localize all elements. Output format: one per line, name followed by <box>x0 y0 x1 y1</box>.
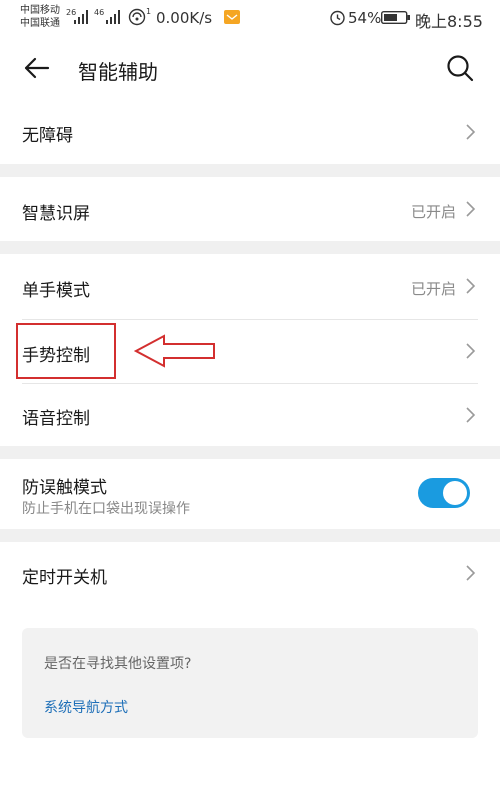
page-title: 智能辅助 <box>78 60 158 84</box>
setting-label: 定时开关机 <box>22 568 107 588</box>
net-speed: 0.00K/s <box>156 9 213 27</box>
carrier-names: 中国移动 中国联通 <box>20 4 60 30</box>
setting-value: 已开启 <box>410 280 456 298</box>
setting-label: 单手模式 <box>22 281 90 301</box>
setting-value: 已开启 <box>410 203 456 221</box>
chevron-right-icon <box>466 278 476 294</box>
setting-row-smart-screen[interactable]: 智慧识屏 已开启 <box>0 177 500 241</box>
carrier-2: 中国联通 <box>20 18 60 29</box>
annotation-arrow-icon <box>134 334 215 368</box>
setting-label: 防误触模式 <box>22 478 107 498</box>
search-icon[interactable] <box>444 52 476 84</box>
wifi-icon <box>128 8 146 26</box>
suggestion-card: 是否在寻找其他设置项? 系统导航方式 <box>22 628 478 738</box>
status-bar: 中国移动 中国联通 26 46 1 0.00K/s 54% 晚上8:55 <box>0 0 500 36</box>
anti-touch-toggle[interactable] <box>418 478 470 508</box>
setting-label: 语音控制 <box>22 409 90 429</box>
mail-icon <box>224 10 240 24</box>
chevron-right-icon <box>466 124 476 140</box>
clock: 晚上8:55 <box>415 12 483 31</box>
chevron-right-icon <box>466 565 476 581</box>
suggestion-link-system-navigation[interactable]: 系统导航方式 <box>44 697 128 717</box>
back-arrow-icon[interactable] <box>20 52 52 84</box>
setting-row-anti-touch: 防误触模式 防止手机在口袋出现误操作 <box>0 459 500 529</box>
section-gap <box>0 241 500 254</box>
setting-row-voice[interactable]: 语音控制 <box>0 384 500 446</box>
carrier-1: 中国移动 <box>20 5 60 16</box>
battery-percent: 54% <box>348 9 382 27</box>
annotation-highlight-box <box>16 323 116 379</box>
setting-row-barrier-free[interactable]: 无障碍 <box>0 100 500 164</box>
section-gap <box>0 529 500 542</box>
signal-2-icon <box>106 10 120 24</box>
setting-row-scheduled-power[interactable]: 定时开关机 <box>0 542 500 606</box>
suggestion-question: 是否在寻找其他设置项? <box>44 656 192 672</box>
signal-1-icon <box>74 10 88 24</box>
chevron-right-icon <box>466 407 476 423</box>
setting-sublabel: 防止手机在口袋出现误操作 <box>22 501 190 517</box>
wifi-sup: 1 <box>146 7 152 16</box>
chevron-right-icon <box>466 343 476 359</box>
alarm-icon <box>330 10 345 26</box>
setting-row-one-hand[interactable]: 单手模式 已开启 <box>0 254 500 319</box>
chevron-right-icon <box>466 201 476 217</box>
signal-2-type: 46 <box>94 8 105 17</box>
toggle-knob <box>443 481 467 505</box>
app-header: 智能辅助 <box>0 36 500 100</box>
section-gap <box>0 164 500 177</box>
setting-label: 无障碍 <box>22 126 73 146</box>
setting-label: 智慧识屏 <box>22 204 90 224</box>
battery-icon <box>381 11 410 24</box>
section-gap <box>0 446 500 459</box>
